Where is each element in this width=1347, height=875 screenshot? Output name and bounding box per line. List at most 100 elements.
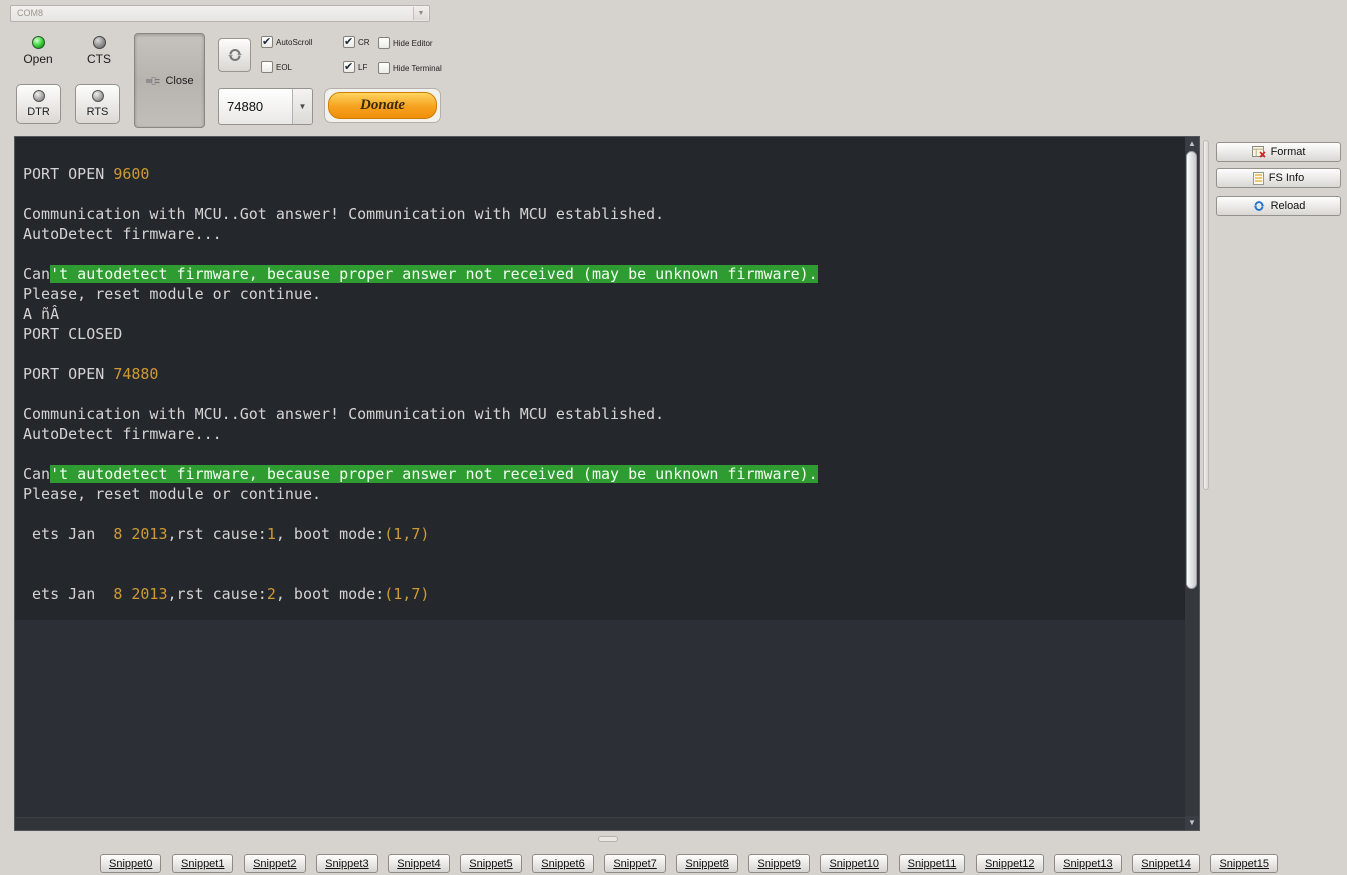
cr-checkbox[interactable]: CR	[343, 35, 370, 48]
open-led-icon	[31, 36, 45, 49]
scroll-down-icon[interactable]: ▼	[1185, 816, 1199, 830]
terminal-text-segment: PORT CLOSED	[23, 325, 123, 343]
snippet-button-11[interactable]: Snippet11	[898, 854, 966, 873]
serial-port-value: COM8	[17, 8, 44, 18]
horizontal-splitter-grip[interactable]	[598, 836, 618, 842]
snippet-button-4[interactable]: Snippet4	[388, 854, 450, 873]
terminal-text-segment: AutoDetect firmware...	[23, 425, 222, 443]
snippet-button-8[interactable]: Snippet8	[676, 854, 738, 873]
scroll-up-icon[interactable]: ▲	[1185, 137, 1199, 151]
terminal-line: ets Jan 8 2013,rst cause:2, boot mode:(1…	[23, 584, 1185, 604]
eol-checkbox[interactable]: EOL	[261, 61, 292, 73]
refresh-icon	[226, 46, 244, 64]
cts-led-icon	[92, 36, 106, 49]
reload-icon	[1252, 199, 1266, 213]
eol-label: EOL	[276, 63, 293, 72]
terminal-text-segment: ,rst cause:	[167, 585, 267, 603]
terminal-line: PORT CLOSED	[23, 324, 1185, 344]
donate-label: Donate	[328, 92, 437, 119]
terminal-text-segment: 2	[266, 585, 276, 603]
rts-led-icon	[91, 90, 104, 102]
snippet-button-14[interactable]: Snippet14	[1132, 854, 1200, 873]
terminal[interactable]: PORT OPEN 9600 Communication with MCU..G…	[14, 136, 1200, 831]
snippet-button-13[interactable]: Snippet13	[1054, 854, 1122, 873]
checkbox-box[interactable]	[378, 37, 390, 49]
vertical-splitter-handle[interactable]	[1203, 140, 1209, 490]
terminal-line: PORT OPEN 74880	[23, 364, 1185, 384]
terminal-text-segment: PORT OPEN	[23, 365, 114, 383]
autoscroll-checkbox[interactable]: AutoScroll	[261, 35, 313, 48]
donate-button[interactable]: Donate	[324, 88, 441, 123]
terminal-text-segment: Communication with MCU..Got answer! Comm…	[23, 205, 665, 223]
hide-editor-checkbox[interactable]: Hide Editor	[378, 37, 433, 49]
refresh-ports-button[interactable]	[218, 38, 251, 72]
close-button[interactable]: Close	[134, 33, 205, 128]
snippet-button-15[interactable]: Snippet15	[1210, 854, 1278, 873]
fs-info-button[interactable]: FS Info	[1216, 168, 1341, 188]
cts-indicator: CTS	[80, 36, 118, 66]
checkbox-box[interactable]	[261, 35, 273, 48]
terminal-horizontal-scrollbar[interactable]	[15, 817, 1185, 830]
hide-terminal-checkbox[interactable]: Hide Terminal	[378, 62, 442, 74]
chevron-down-icon[interactable]: ▼	[413, 7, 428, 20]
terminal-line: Can't autodetect firmware, because prope…	[23, 464, 1185, 484]
terminal-text-segment: (1,7)	[384, 585, 430, 603]
snippet-button-3[interactable]: Snippet3	[316, 854, 378, 873]
checkbox-box[interactable]	[261, 61, 273, 73]
autoscroll-label: AutoScroll	[276, 38, 313, 47]
terminal-text-segment: Can	[23, 265, 51, 283]
snippet-button-0[interactable]: Snippet0	[100, 854, 162, 873]
hide-terminal-label: Hide Terminal	[393, 64, 442, 73]
terminal-text-segment: ets Jan	[23, 525, 114, 543]
terminal-text-segment: 74880	[113, 365, 159, 383]
terminal-text-segment: (1,7)	[384, 525, 430, 543]
terminal-text-segment: PORT OPEN	[23, 165, 114, 183]
fs-info-icon	[1252, 171, 1264, 185]
baud-rate-value: 74880	[227, 99, 264, 114]
terminal-text-segment: ,rst cause:	[167, 525, 267, 543]
snippet-button-9[interactable]: Snippet9	[748, 854, 810, 873]
cts-label: CTS	[87, 52, 111, 66]
reload-button[interactable]: Reload	[1216, 196, 1341, 216]
terminal-text[interactable]: PORT OPEN 9600 Communication with MCU..G…	[15, 137, 1185, 620]
open-label: Open	[23, 52, 53, 66]
format-button[interactable]: Format	[1216, 142, 1341, 162]
snippet-button-5[interactable]: Snippet5	[460, 854, 522, 873]
terminal-line: Please, reset module or continue.	[23, 284, 1185, 304]
terminal-text-segment: AutoDetect firmware...	[23, 225, 222, 243]
snippet-button-7[interactable]: Snippet7	[604, 854, 666, 873]
checkbox-box[interactable]	[343, 60, 355, 73]
snippet-button-2[interactable]: Snippet2	[244, 854, 306, 873]
terminal-line: PORT OPEN 9600	[23, 164, 1185, 184]
terminal-vertical-scrollbar[interactable]: ▲ ▼	[1185, 137, 1199, 830]
snippet-button-1[interactable]: Snippet1	[172, 854, 234, 873]
terminal-highlighted-text: 't autodetect firmware, because proper a…	[50, 265, 818, 283]
baud-rate-combo[interactable]: 74880 ▼	[218, 88, 313, 125]
rts-button[interactable]: RTS	[75, 84, 120, 124]
serial-port-combo[interactable]: COM8 ▼	[10, 5, 430, 22]
terminal-text-segment: Please, reset module or continue.	[23, 485, 322, 503]
terminal-text-segment: 8 2013	[113, 585, 168, 603]
scrollbar-thumb[interactable]	[1186, 151, 1197, 589]
dtr-button[interactable]: DTR	[16, 84, 61, 124]
chevron-down-icon[interactable]: ▼	[292, 89, 312, 124]
lf-checkbox[interactable]: LF	[343, 60, 367, 73]
terminal-line: Can't autodetect firmware, because prope…	[23, 264, 1185, 284]
checkbox-box[interactable]	[343, 35, 355, 48]
terminal-text-segment: Communication with MCU..Got answer! Comm…	[23, 405, 665, 423]
terminal-line: Communication with MCU..Got answer! Comm…	[23, 404, 1185, 424]
open-toggle-button[interactable]: Open	[18, 36, 58, 66]
snippet-button-6[interactable]: Snippet6	[532, 854, 594, 873]
checkbox-box[interactable]	[378, 62, 390, 74]
snippet-row: Snippet0 Snippet1 Snippet2 Snippet3 Snippet4…	[100, 854, 1278, 873]
terminal-text-segment: 8 2013	[113, 525, 168, 543]
snippet-button-12[interactable]: Snippet12	[975, 854, 1044, 873]
snippet-button-10[interactable]: Snippet10	[820, 854, 889, 873]
